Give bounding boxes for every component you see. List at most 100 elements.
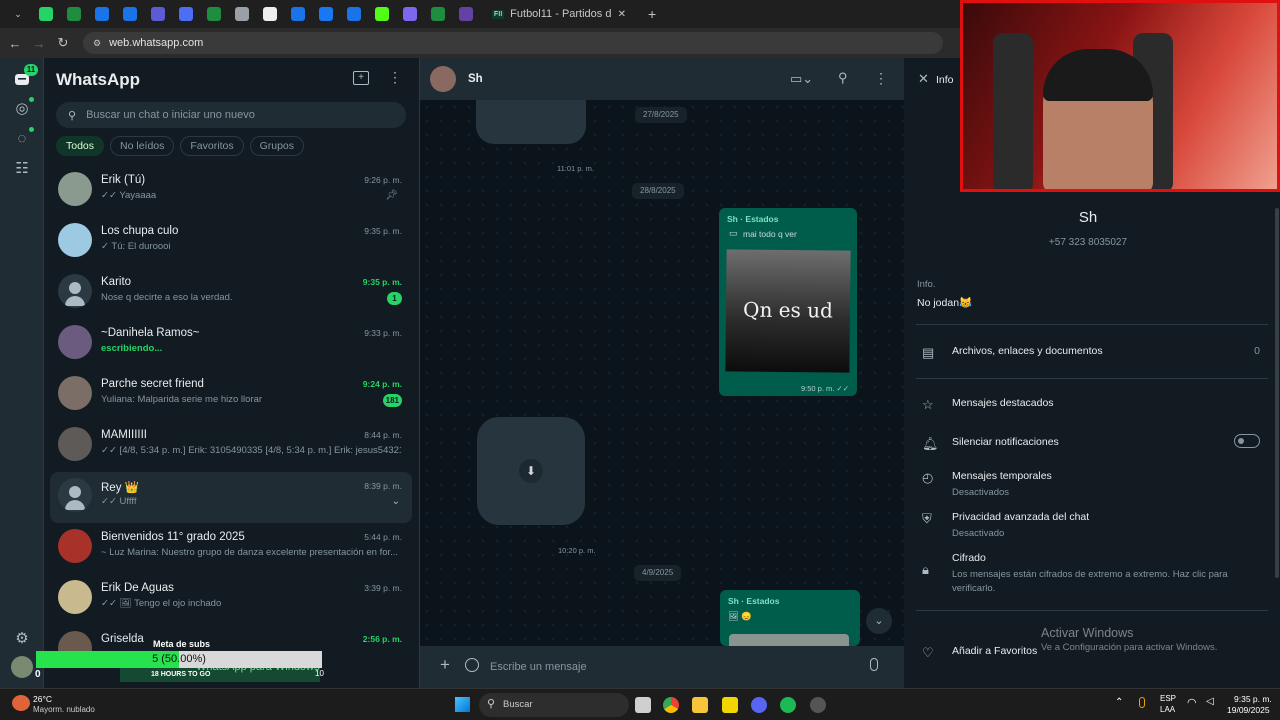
browser-tab[interactable] [116, 3, 144, 25]
browser-tab[interactable] [452, 3, 480, 25]
active-tab[interactable]: FII Futbol11 - Partidos de fútbol d ✕ [484, 1, 634, 27]
status-reply-message[interactable]: Sh · Estados 🖼 😞 [720, 590, 860, 646]
microphone-icon[interactable] [1139, 697, 1145, 708]
browser-tab[interactable] [32, 3, 60, 25]
divider [916, 610, 1268, 611]
browser-tab[interactable] [172, 3, 200, 25]
close-tab-icon[interactable]: ✕ [618, 9, 626, 20]
clock-time[interactable]: 9:35 p. m. [1234, 694, 1272, 704]
status-reply-sender: Sh · Estados [727, 214, 779, 224]
new-chat-icon[interactable]: + [353, 71, 369, 85]
communities-icon[interactable]: ☷ [12, 158, 32, 178]
browser-tab[interactable] [200, 3, 228, 25]
clock-date[interactable]: 19/09/2025 [1227, 705, 1270, 715]
scroll-down-button[interactable]: ⌄ [866, 608, 892, 634]
file-explorer-icon[interactable] [692, 697, 708, 713]
browser-tab[interactable] [312, 3, 340, 25]
menu-icon[interactable]: ⋮ [874, 70, 888, 87]
volume-icon[interactable]: ◁ [1206, 696, 1214, 707]
tab-list-button[interactable]: ⌄ [4, 3, 32, 25]
status-reply-message[interactable]: Sh · Estados ▭ mai todo q ver Qn es ud 9… [719, 208, 857, 396]
chat-row[interactable]: Bienvenidos 11° grado 2025 ~ Luz Marina: … [50, 523, 412, 574]
spotify-icon[interactable] [780, 697, 796, 713]
chat-preview: ✓✓ Yayaaaa [101, 190, 157, 201]
site-info-icon[interactable]: ⚙ [93, 38, 101, 49]
chat-preview: ✓ Tú: El duroooi [101, 241, 171, 252]
search-icon[interactable]: ⚲ [838, 70, 848, 86]
chat-row[interactable]: Erik De Aguas ✓✓ 🖼 Tengo el ojo inchado 3:… [50, 574, 412, 625]
browser-tab[interactable] [88, 3, 116, 25]
status-image[interactable]: Qn es ud [725, 249, 851, 373]
conversation-header[interactable]: Sh ▭⌄ ⚲ ⋮ [420, 58, 904, 100]
forward-icon[interactable]: → [27, 31, 51, 55]
promo-subtext: 18 HOURS TO GO [151, 671, 211, 678]
status-dot [29, 97, 34, 102]
browser-tab[interactable] [368, 3, 396, 25]
menu-icon[interactable]: ⋮ [388, 69, 402, 86]
chevron-down-icon[interactable]: ⌄ [392, 496, 400, 507]
browser-tab[interactable] [284, 3, 312, 25]
chat-row[interactable]: ~Danihela Ramos~ escribiendo... 9:33 p. m. [50, 319, 412, 370]
search-input[interactable]: ⚲ Buscar un chat o iniciar uno nuevo [56, 102, 406, 128]
contact-avatar[interactable] [430, 66, 456, 92]
link-icon [403, 7, 417, 21]
mute-toggle[interactable] [1234, 434, 1260, 448]
language-primary[interactable]: ESP [1160, 694, 1176, 703]
task-view-icon[interactable] [635, 697, 651, 713]
browser-tab[interactable] [424, 3, 452, 25]
reload-icon[interactable]: ↻ [51, 31, 75, 55]
taskbar-search[interactable]: ⚲ Buscar [479, 693, 629, 717]
chat-row[interactable]: MAMIIIIII ✓✓ [4/8, 5:34 p. m.] Erik: 3105… [50, 421, 412, 472]
settings-icon[interactable]: ⚙ [12, 628, 32, 648]
language-secondary[interactable]: LAA [1160, 705, 1175, 714]
chat-preview: ✓✓ Uffff [101, 496, 137, 507]
filter-chip[interactable]: Grupos [249, 136, 305, 156]
chat-row[interactable]: Parche secret friend Yuliana: Malparida s… [50, 370, 412, 421]
filter-chip[interactable]: Todos [56, 136, 105, 156]
status-image[interactable] [729, 634, 849, 646]
message-input[interactable]: Escribe un mensaje [490, 653, 870, 681]
weather-desc[interactable]: Mayorm. nublado [33, 705, 95, 714]
new-tab-button[interactable]: + [648, 6, 656, 22]
address-bar[interactable]: ⚙ web.whatsapp.com [83, 32, 943, 54]
discord-icon[interactable] [751, 697, 767, 713]
back-icon[interactable]: ← [3, 31, 27, 55]
sticky-notes-icon[interactable] [722, 697, 738, 713]
filter-chip[interactable]: Favoritos [180, 136, 244, 156]
microphone-icon[interactable] [870, 658, 878, 671]
video-call-icon[interactable]: ▭⌄ [790, 71, 813, 87]
contact-name[interactable]: Sh [468, 73, 483, 85]
info-scrollbar[interactable] [1275, 208, 1279, 578]
browser-tab[interactable] [340, 3, 368, 25]
chat-row[interactable]: Erik (Tú) ✓✓ Yayaaaa 9:26 p. m. 📌︎ [50, 166, 412, 217]
browser-tab[interactable] [228, 3, 256, 25]
browser-tab[interactable] [396, 3, 424, 25]
download-icon[interactable]: ⬇ [519, 459, 543, 483]
chrome-icon[interactable] [663, 697, 679, 713]
start-icon[interactable] [455, 697, 470, 712]
weather-icon[interactable] [12, 695, 30, 711]
close-info-icon[interactable]: ✕ [918, 71, 929, 87]
browser-tab[interactable] [256, 3, 284, 25]
tray-expand-icon[interactable]: ⌃ [1115, 697, 1123, 708]
filter-chip[interactable]: No leídos [110, 136, 175, 156]
chat-avatar [58, 580, 92, 614]
browser-tab[interactable] [144, 3, 172, 25]
date-divider: 28/8/2025 [632, 183, 684, 199]
emoji-icon[interactable] [465, 658, 479, 672]
media-download-placeholder[interactable]: ⬇ [477, 417, 585, 525]
attach-icon[interactable]: + [440, 655, 450, 675]
chat-row[interactable]: Rey 👑 ✓✓ Uffff 8:39 p. m. ⌄ [50, 472, 412, 523]
weather-temp[interactable]: 26°C [33, 694, 52, 704]
profile-avatar[interactable] [11, 656, 33, 678]
gallery-icon: ▤ [922, 345, 935, 360]
media-placeholder[interactable] [476, 100, 586, 144]
wifi-icon[interactable]: ◠ [1187, 696, 1197, 709]
nav-rail: 11 ◎ ◌ ☷ ⚙ [0, 58, 44, 688]
app-icon[interactable] [810, 697, 826, 713]
chat-preview: ~ Luz Marina: Nuestro grupo de danza exc… [101, 547, 399, 558]
browser-tab[interactable] [60, 3, 88, 25]
date-divider: 27/8/2025 [635, 107, 687, 123]
chat-row[interactable]: Karito Nose q decirte a eso la verdad. 9:3… [50, 268, 412, 319]
chat-row[interactable]: Los chupa culo ✓ Tú: El duroooi 9:35 p. m. [50, 217, 412, 268]
